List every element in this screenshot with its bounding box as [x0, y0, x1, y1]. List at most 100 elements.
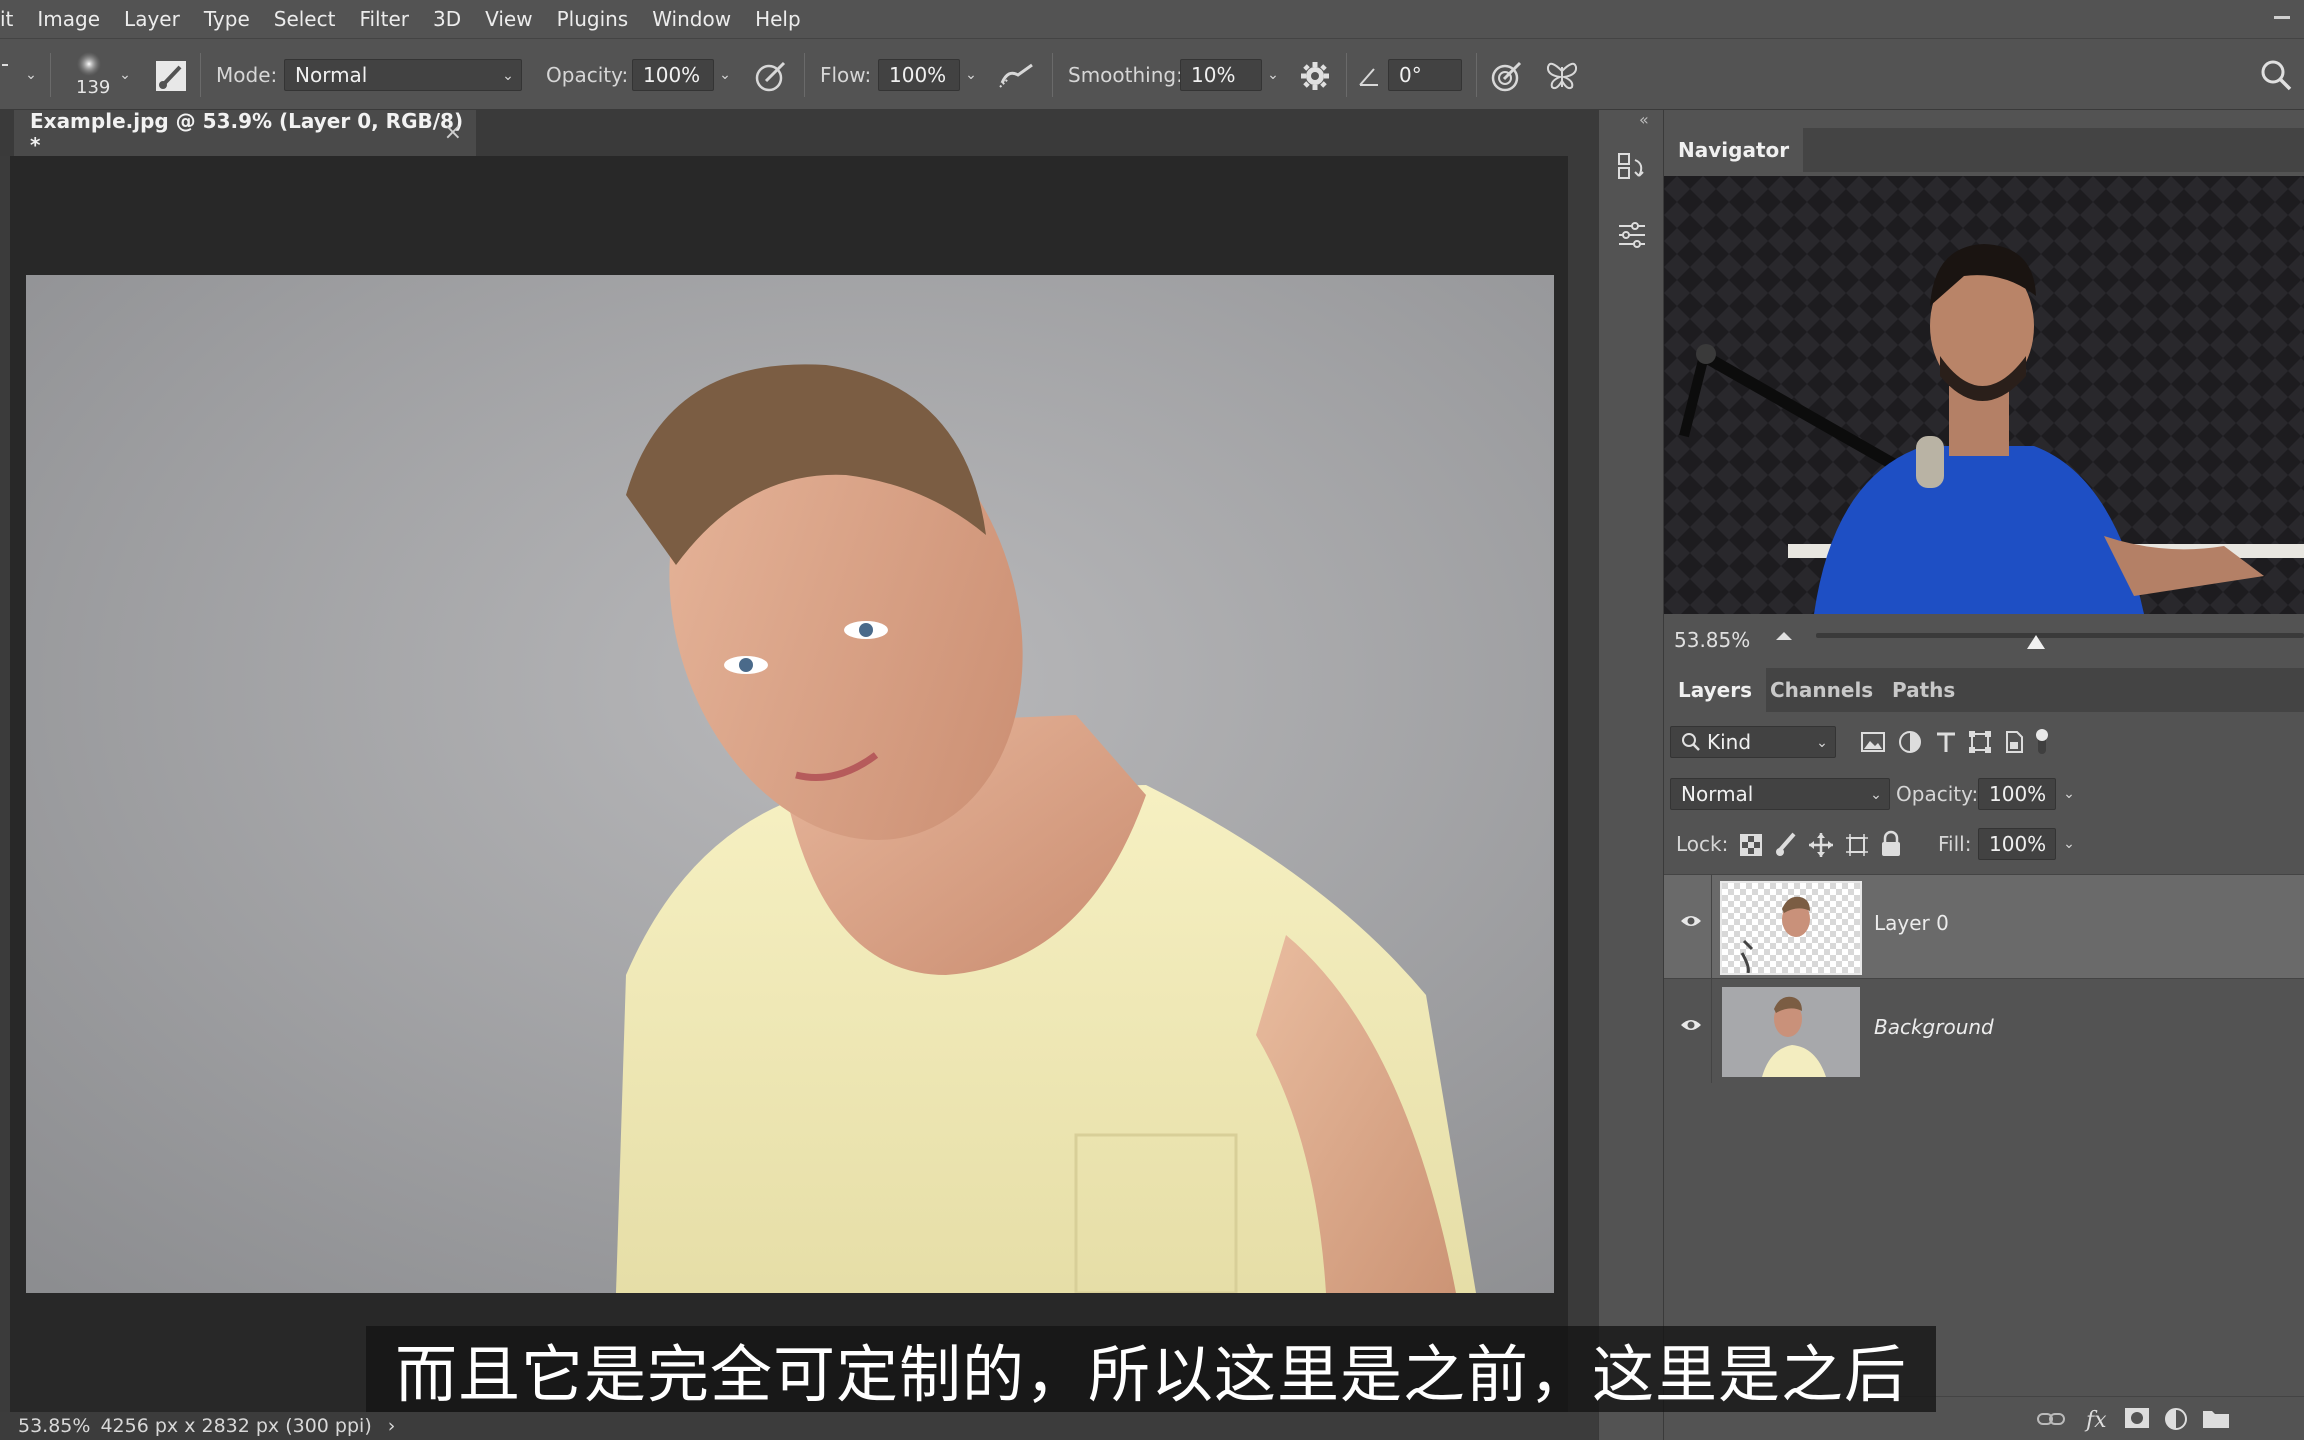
brush-settings-icon[interactable] [154, 59, 188, 93]
status-dimensions: 4256 px x 2832 px (300 ppi) [100, 1415, 372, 1437]
smoothing-value: 10% [1191, 63, 1236, 87]
opacity-value: 100% [643, 63, 701, 87]
layer-name[interactable]: Layer 0 [1874, 911, 1949, 935]
smoothing-label: Smoothing: [1068, 63, 1183, 87]
lock-artboard-icon[interactable] [1844, 832, 1870, 858]
status-zoom[interactable]: 53.85% [18, 1415, 90, 1437]
layer-style-fx-icon[interactable]: fx [2084, 1405, 2114, 1433]
menu-help[interactable]: Help [743, 7, 813, 31]
history-icon[interactable] [1615, 150, 1649, 184]
document-title: Example.jpg @ 53.9% (Layer 0, RGB/8) * [30, 109, 464, 157]
layer-name[interactable]: Background [1874, 1015, 1994, 1039]
angle-field[interactable]: 0° [1388, 59, 1462, 91]
navigator-zoom-value[interactable]: 53.85% [1674, 628, 1750, 652]
filter-pixel-layer-icon[interactable] [1860, 730, 1886, 754]
document-tab[interactable]: Example.jpg @ 53.9% (Layer 0, RGB/8) * × [14, 109, 476, 157]
fill-chevron-icon[interactable]: ⌄ [2058, 828, 2080, 860]
lock-position-icon[interactable] [1808, 832, 1834, 858]
navigator-zoom-slider[interactable] [1816, 633, 2304, 638]
eye-icon[interactable] [1680, 1017, 1702, 1033]
smoothing-field[interactable]: 10% [1180, 59, 1262, 91]
tab-layers[interactable]: Layers [1664, 668, 1766, 712]
pressure-opacity-icon[interactable] [754, 59, 788, 93]
lock-all-icon[interactable] [1880, 830, 1902, 858]
fill-label: Fill: [1938, 832, 1972, 856]
symmetry-butterfly-icon[interactable] [1544, 59, 1580, 93]
mode-label: Mode: [216, 63, 278, 87]
blend-mode-select[interactable]: Normal ⌄ [1670, 778, 1890, 810]
tab-paths[interactable]: Paths [1878, 668, 1969, 712]
filter-smart-object-icon[interactable] [2002, 730, 2026, 754]
layer-thumbnail[interactable] [1722, 987, 1860, 1077]
tab-navigator[interactable]: Navigator [1664, 128, 1804, 172]
divider [1476, 53, 1477, 97]
collapse-panels-icon[interactable]: « [1639, 110, 1649, 129]
menu-3d[interactable]: 3D [421, 7, 473, 31]
close-icon[interactable]: × [444, 120, 462, 145]
layer-row-background[interactable]: Background [1664, 978, 2304, 1083]
filter-toggle-icon[interactable] [2034, 726, 2050, 758]
layer-opacity-chevron-icon[interactable]: ⌄ [2058, 778, 2080, 810]
filter-adjustment-layer-icon[interactable] [1898, 730, 1922, 754]
document-image[interactable] [26, 275, 1554, 1293]
divider [50, 53, 51, 97]
zoom-out-mountain-icon[interactable] [1774, 630, 1794, 642]
mode-value: Normal [295, 63, 368, 87]
menu-edit[interactable]: it [0, 7, 25, 31]
link-layers-icon[interactable] [2036, 1409, 2066, 1429]
lock-transparent-pixels-icon[interactable] [1740, 834, 1762, 856]
document-tab-bar: Example.jpg @ 53.9% (Layer 0, RGB/8) * × [0, 109, 1598, 157]
canvas-left-edge [0, 156, 10, 1416]
brush-picker-chevron-icon[interactable]: ⌄ [114, 59, 136, 91]
video-subtitle: 而且它是完全可定制的，所以这里是之前，这里是之后 [366, 1326, 1936, 1412]
menu-plugins[interactable]: Plugins [545, 7, 641, 31]
layer-filter-select[interactable]: Kind ⌄ [1670, 726, 1836, 758]
eye-icon[interactable] [1680, 913, 1702, 929]
filter-shape-layer-icon[interactable] [1968, 730, 1992, 754]
menu-select[interactable]: Select [262, 7, 348, 31]
flow-field[interactable]: 100% [878, 59, 960, 91]
add-mask-icon[interactable] [2124, 1407, 2150, 1429]
menu-view[interactable]: View [473, 7, 544, 31]
airbrush-icon[interactable] [998, 61, 1036, 91]
vertical-scrollbar[interactable] [1568, 156, 1598, 1416]
layer-row-layer-0[interactable]: Layer 0 [1664, 874, 2304, 979]
minimize-icon[interactable] [2274, 16, 2290, 19]
right-panel: Navigator 53.85% Layers Channels Paths K… [1664, 110, 2304, 1440]
layer-opacity-label: Opacity: [1896, 782, 1979, 806]
pressure-size-icon[interactable] [1490, 59, 1524, 93]
tool-preset-icon[interactable] [0, 61, 12, 91]
menu-type[interactable]: Type [192, 7, 262, 31]
menu-filter[interactable]: Filter [347, 7, 421, 31]
lock-image-pixels-icon[interactable] [1774, 832, 1798, 858]
navigator-tabbar: Navigator [1664, 128, 2304, 172]
new-adjustment-layer-icon[interactable] [2164, 1407, 2188, 1431]
opacity-field[interactable]: 100% [632, 59, 714, 91]
tool-preset-chevron-icon[interactable]: ⌄ [20, 59, 42, 91]
adjustments-sliders-icon[interactable] [1615, 218, 1649, 252]
options-bar: ⌄ 139 ⌄ Mode: Normal ⌄ Opacity: 100% ⌄ F… [0, 38, 2304, 110]
svg-text:fx: fx [2084, 1408, 2107, 1433]
brush-tip-icon[interactable] [76, 51, 102, 77]
fill-field[interactable]: 100% [1978, 828, 2056, 860]
menu-image[interactable]: Image [25, 7, 112, 31]
smoothing-chevron-icon[interactable]: ⌄ [1262, 59, 1284, 91]
menu-window[interactable]: Window [640, 7, 743, 31]
filter-type-layer-icon[interactable] [1934, 730, 1958, 754]
menu-layer[interactable]: Layer [112, 7, 192, 31]
lock-label: Lock: [1676, 832, 1729, 856]
gear-icon[interactable] [1300, 61, 1330, 91]
mode-select[interactable]: Normal ⌄ [284, 59, 522, 91]
status-menu-arrow-icon[interactable]: › [388, 1415, 396, 1437]
navigator-preview[interactable] [1664, 176, 2304, 614]
opacity-label: Opacity: [546, 63, 629, 87]
opacity-chevron-icon[interactable]: ⌄ [714, 59, 736, 91]
navigator-zoom-slider-knob[interactable] [2026, 635, 2045, 649]
layer-opacity-field[interactable]: 100% [1978, 778, 2056, 810]
search-icon[interactable] [2260, 59, 2292, 91]
tab-channels[interactable]: Channels [1756, 668, 1887, 712]
new-group-folder-icon[interactable] [2202, 1407, 2230, 1429]
flow-chevron-icon[interactable]: ⌄ [960, 59, 982, 91]
chevron-down-icon: ⌄ [502, 68, 514, 84]
layer-thumbnail[interactable] [1720, 881, 1862, 975]
